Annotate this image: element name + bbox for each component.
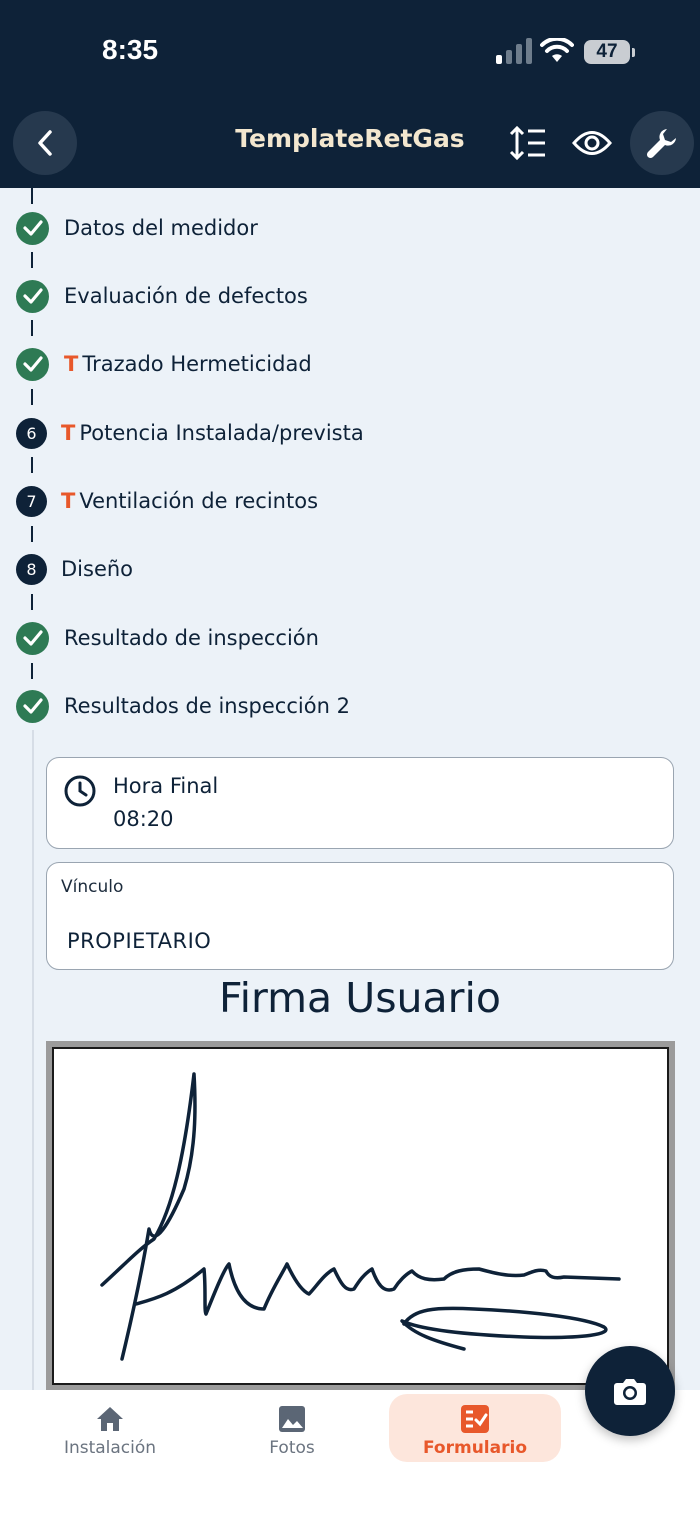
step-label: Diseño — [61, 557, 133, 581]
home-icon — [97, 1407, 123, 1431]
step-ventilacion-recintos[interactable]: 7 T Ventilación de recintos — [16, 484, 318, 518]
step-text: Diseño — [61, 557, 134, 581]
connector — [31, 663, 33, 679]
connector — [31, 594, 33, 610]
check-icon — [16, 621, 49, 655]
step-label: Evaluación de defectos — [64, 284, 308, 308]
step-diseno[interactable]: 8 Diseño — [16, 552, 133, 586]
connector — [31, 320, 33, 336]
step-resultado-inspeccion[interactable]: Resultado de inspección — [16, 621, 319, 655]
battery-icon: 47 — [584, 40, 630, 64]
camera-icon — [614, 1379, 646, 1405]
stepper-line — [32, 730, 34, 1390]
step-evaluacion-defectos[interactable]: Evaluación de defectos — [16, 279, 308, 313]
nav-label: Formulario — [423, 1438, 527, 1458]
step-resultados-inspeccion-2[interactable]: Resultados de inspección 2 — [16, 689, 350, 723]
app-header: 8:35 47 TemplateRetGas — [0, 0, 700, 188]
tools-button[interactable] — [630, 111, 694, 175]
clock-icon — [64, 775, 96, 807]
step-text: Trazado Hermeticidad — [82, 352, 312, 376]
step-datos-medidor[interactable]: Datos del medidor — [16, 211, 258, 245]
connector — [31, 389, 33, 405]
t-marker: T — [64, 352, 79, 376]
step-text: Evaluación de defectos — [64, 284, 308, 308]
connector — [31, 457, 33, 473]
connector — [31, 526, 33, 542]
connector — [31, 252, 33, 268]
t-marker: T — [61, 421, 76, 445]
nav-label: Instalación — [63, 1438, 157, 1458]
check-icon — [16, 689, 49, 723]
nav-formulario[interactable]: Formulario — [389, 1394, 561, 1462]
signature-drawing — [100, 1072, 621, 1361]
step-label: Resultado de inspección — [64, 626, 319, 650]
step-text: Datos del medidor — [64, 216, 258, 240]
image-icon — [279, 1406, 305, 1432]
cellular-signal-icon — [496, 36, 532, 64]
vinculo-label: Vínculo — [61, 877, 124, 897]
firma-title: Firma Usuario — [218, 974, 502, 1022]
check-icon — [16, 347, 49, 381]
eye-icon[interactable] — [572, 128, 612, 158]
step-number: 6 — [16, 417, 47, 449]
wrench-icon — [646, 129, 676, 159]
step-label: Resultados de inspección 2 — [64, 694, 350, 718]
chevron-left-icon — [38, 130, 52, 156]
step-label: T Potencia Instalada/prevista — [61, 421, 364, 445]
step-text: Potencia Instalada/prevista — [79, 421, 364, 445]
camera-button[interactable] — [585, 1346, 675, 1436]
hora-final-field[interactable]: Hora Final 08:20 — [46, 757, 674, 849]
vinculo-value: PROPIETARIO — [67, 929, 212, 953]
nav-fotos[interactable]: Fotos — [222, 1394, 362, 1462]
hora-final-value: 08:20 — [113, 807, 174, 831]
step-label: T Trazado Hermeticidad — [64, 352, 312, 376]
step-potencia-instalada[interactable]: 6 T Potencia Instalada/prevista — [16, 416, 364, 450]
checklist-icon — [461, 1405, 489, 1433]
t-marker: T — [61, 489, 76, 513]
nav-instalacion[interactable]: Instalación — [40, 1394, 180, 1462]
battery-cap — [632, 48, 635, 57]
step-trazado-hermeticidad[interactable]: T Trazado Hermeticidad — [16, 347, 312, 381]
check-icon — [16, 279, 49, 313]
sort-icon[interactable] — [509, 126, 547, 160]
hora-final-label: Hora Final — [113, 774, 219, 798]
back-button[interactable] — [13, 111, 77, 175]
step-number: 7 — [16, 485, 47, 517]
nav-label: Fotos — [269, 1438, 315, 1458]
step-text: Resultados de inspección 2 — [64, 694, 350, 718]
step-label: Datos del medidor — [64, 216, 258, 240]
connector — [31, 188, 33, 204]
signature-pad-frame — [46, 1041, 675, 1391]
check-icon — [16, 211, 49, 245]
status-time: 8:35 — [102, 34, 159, 65]
wifi-icon — [540, 38, 574, 62]
vinculo-select[interactable]: Vínculo PROPIETARIO — [46, 862, 674, 970]
step-text: Resultado de inspección — [64, 626, 319, 650]
step-text: Ventilación de recintos — [79, 489, 319, 513]
page-title: TemplateRetGas — [235, 124, 465, 153]
step-number: 8 — [16, 553, 47, 585]
step-label: T Ventilación de recintos — [61, 489, 318, 513]
signature-pad[interactable] — [52, 1047, 669, 1385]
